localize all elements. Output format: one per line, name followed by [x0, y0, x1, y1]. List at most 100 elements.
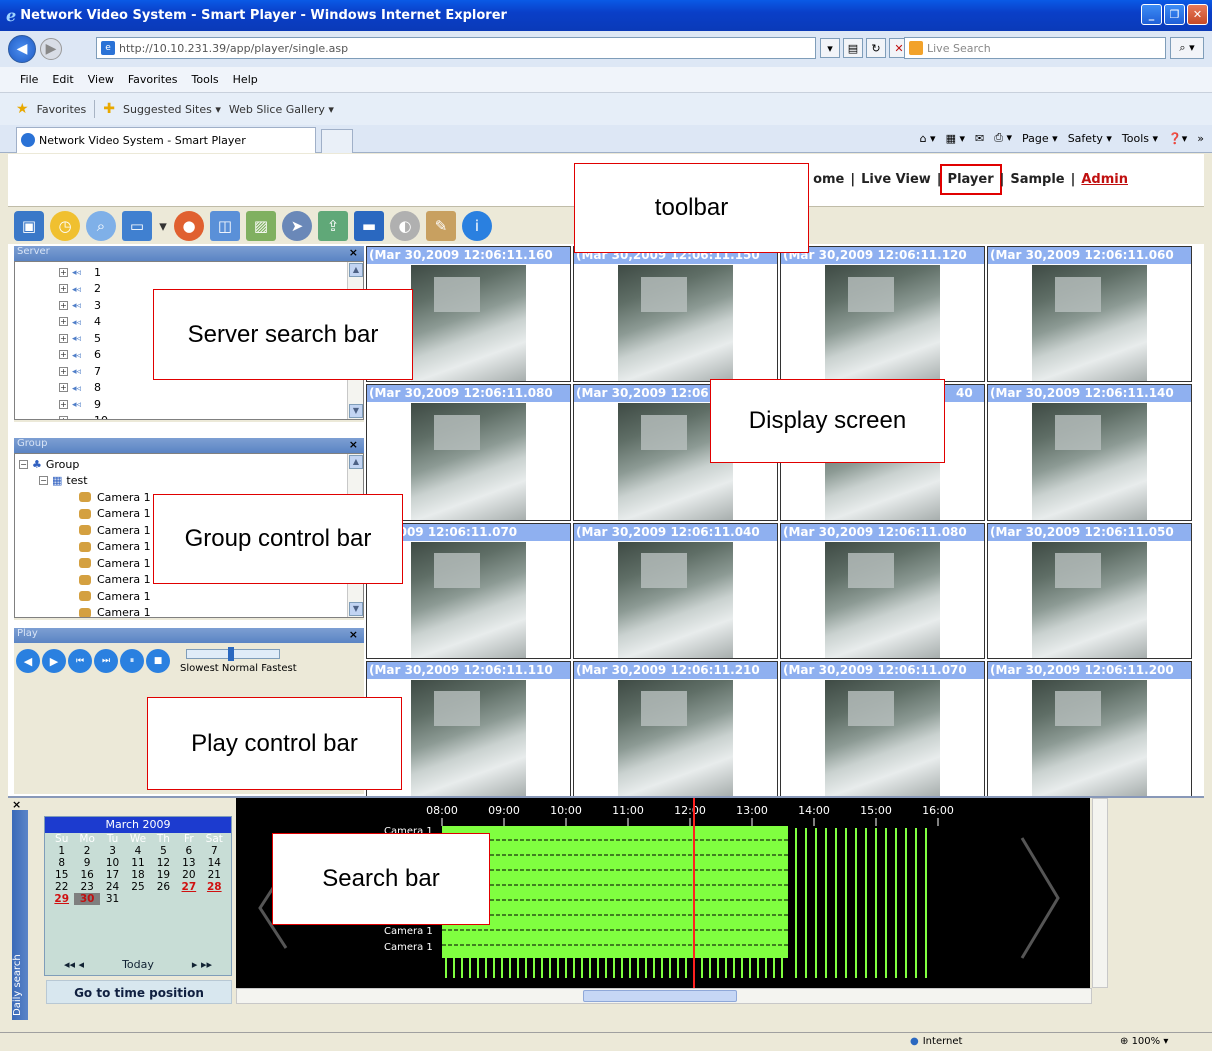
calendar-day[interactable]: 17	[100, 869, 125, 881]
video-cell[interactable]: (Mar 30,2009 12:06:11.050	[987, 522, 1192, 659]
calendar-day[interactable]: 5	[151, 845, 176, 857]
record-icon[interactable]: ●	[174, 210, 204, 241]
tab-smart-player[interactable]: Network Video System - Smart Player	[16, 127, 316, 153]
calendar-day[interactable]: 27	[176, 881, 201, 893]
nav-home[interactable]: ome	[813, 172, 844, 187]
image-icon[interactable]: ▨	[246, 210, 276, 241]
expand-icon[interactable]: +	[59, 284, 68, 294]
minimize-button[interactable]: _	[1141, 4, 1162, 25]
calendar-day[interactable]: 31	[100, 893, 125, 905]
scroll-up-icon[interactable]: ▲	[349, 263, 363, 277]
expand-icon[interactable]: +	[59, 350, 68, 360]
expand-icon[interactable]: +	[59, 267, 68, 277]
calendar-day[interactable]: 11	[125, 857, 150, 869]
server-item[interactable]: + ◂◃ 9	[59, 396, 363, 413]
rewind-icon[interactable]: ◀	[16, 649, 40, 673]
monitor-icon[interactable]: ▬	[354, 210, 384, 241]
nav-admin[interactable]: Admin	[1081, 172, 1128, 187]
snapshot-icon[interactable]: ◫	[210, 210, 240, 241]
print-icon[interactable]: ⎙ ▾	[994, 131, 1012, 145]
expand-icon[interactable]: +	[59, 383, 68, 393]
video-cell[interactable]: (Mar 30,2009 12:06:11.120	[780, 246, 985, 383]
calendar-day[interactable]: 24	[100, 881, 125, 893]
expand-icon[interactable]: +	[59, 333, 68, 343]
calendar-day[interactable]: 9	[74, 857, 99, 869]
server-item[interactable]: + ◂◃ 10	[59, 413, 363, 419]
calendar-day[interactable]: 2	[74, 845, 99, 857]
collapse-icon[interactable]: −	[39, 476, 48, 486]
scroll-up-icon[interactable]: ▲	[349, 455, 363, 469]
camera-item[interactable]: Camera 1	[19, 588, 363, 605]
speed-slider-thumb[interactable]	[228, 647, 234, 661]
tree-node-group[interactable]: − ♣ Group	[19, 456, 363, 473]
menu-view[interactable]: View	[88, 73, 114, 86]
menu-edit[interactable]: Edit	[52, 73, 73, 86]
skip-back-icon[interactable]: ⏮	[68, 649, 92, 673]
calendar-day[interactable]: 8	[49, 857, 74, 869]
tools-menu[interactable]: Tools ▾	[1122, 132, 1158, 145]
layout-icon[interactable]: ▣	[14, 210, 44, 241]
calendar-day[interactable]: 1	[49, 845, 74, 857]
calendar-day[interactable]: 12	[151, 857, 176, 869]
calendar-day[interactable]: 7	[202, 845, 227, 857]
expand-icon[interactable]: +	[59, 399, 68, 409]
calendar-day[interactable]: 21	[202, 869, 227, 881]
menu-tools[interactable]: Tools	[192, 73, 219, 86]
skip-forward-icon[interactable]: ⏭	[94, 649, 118, 673]
audio-icon[interactable]: ◐	[390, 210, 420, 241]
server-item[interactable]: + ◂◃ 8	[59, 380, 363, 397]
go-to-time-button[interactable]: Go to time position	[46, 980, 232, 1004]
address-bar[interactable]: e http://10.10.231.39/app/player/single.…	[96, 37, 816, 59]
video-cell[interactable]: (Mar 30,2009 12:06:11.210	[573, 660, 778, 797]
expand-icon[interactable]: +	[59, 317, 68, 327]
calendar-day[interactable]: 3	[100, 845, 125, 857]
stop-icon[interactable]: ■	[146, 649, 170, 673]
calendar-day[interactable]: 28	[202, 881, 227, 893]
video-cell[interactable]: (Mar 30,2009 12:06:11.040	[573, 522, 778, 659]
new-tab-button[interactable]	[321, 129, 353, 153]
info-icon[interactable]: i	[462, 210, 492, 241]
calendar-today-button[interactable]: Today	[122, 958, 154, 971]
video-cell[interactable]: (Mar 30,2009 12:06:11.150	[573, 246, 778, 383]
add-favorite-icon[interactable]: ✚	[103, 101, 115, 117]
nav-player[interactable]: Player	[939, 164, 1002, 195]
web-slice-gallery-link[interactable]: Web Slice Gallery ▾	[229, 103, 334, 116]
back-icon[interactable]: ◀	[8, 35, 36, 63]
scroll-down-icon[interactable]: ▼	[349, 404, 363, 418]
feeds-icon[interactable]: ▦ ▾	[946, 132, 965, 145]
calendar-prev-button[interactable]: ◂◂ ◂	[64, 958, 84, 971]
split-screen-icon[interactable]: ▭	[122, 210, 152, 241]
close-icon[interactable]: ×	[349, 628, 358, 641]
calendar-day[interactable]: 30	[74, 893, 100, 905]
page-menu[interactable]: Page ▾	[1022, 132, 1058, 145]
scroll-down-icon[interactable]: ▼	[349, 602, 363, 616]
calendar-next-button[interactable]: ▸ ▸▸	[192, 958, 212, 971]
chevron-down-icon[interactable]: ▾	[158, 211, 168, 241]
scroll-thumb[interactable]	[583, 990, 737, 1002]
video-cell[interactable]: (Mar 30,2009 12:06:11.140	[987, 384, 1192, 521]
expand-icon[interactable]: +	[59, 416, 68, 419]
nav-live-view[interactable]: Live View	[861, 172, 931, 187]
calendar-day[interactable]: 14	[202, 857, 227, 869]
close-button[interactable]: ✕	[1187, 4, 1208, 25]
zoom-icon[interactable]: ⌕	[86, 210, 116, 241]
chevron-more-icon[interactable]: »	[1197, 132, 1204, 145]
expand-icon[interactable]: +	[59, 366, 68, 376]
favorites-button[interactable]: Favorites	[37, 103, 87, 116]
refresh-icon[interactable]: ↻	[866, 38, 886, 58]
tree-node-test[interactable]: − ▦ test	[19, 473, 363, 490]
calendar-day[interactable]: 22	[49, 881, 74, 893]
calendar-day[interactable]: 13	[176, 857, 201, 869]
zoom-level[interactable]: ⊕ 100% ▾	[1120, 1036, 1168, 1047]
settings-icon[interactable]: ✎	[426, 210, 456, 241]
calendar-day[interactable]: 4	[125, 845, 150, 857]
backup-icon[interactable]: ⇪	[318, 210, 348, 241]
maximize-button[interactable]: ❐	[1164, 4, 1185, 25]
forward-icon[interactable]: ▶	[40, 38, 62, 60]
calendar-day[interactable]: 20	[176, 869, 201, 881]
clock-icon[interactable]: ◷	[50, 210, 80, 241]
expand-icon[interactable]: +	[59, 300, 68, 310]
video-cell[interactable]: (Mar 30,2009 12:06:11.080	[780, 522, 985, 659]
calendar-day[interactable]: 10	[100, 857, 125, 869]
video-cell[interactable]: (Mar 30,2009 12:06:11.060	[987, 246, 1192, 383]
